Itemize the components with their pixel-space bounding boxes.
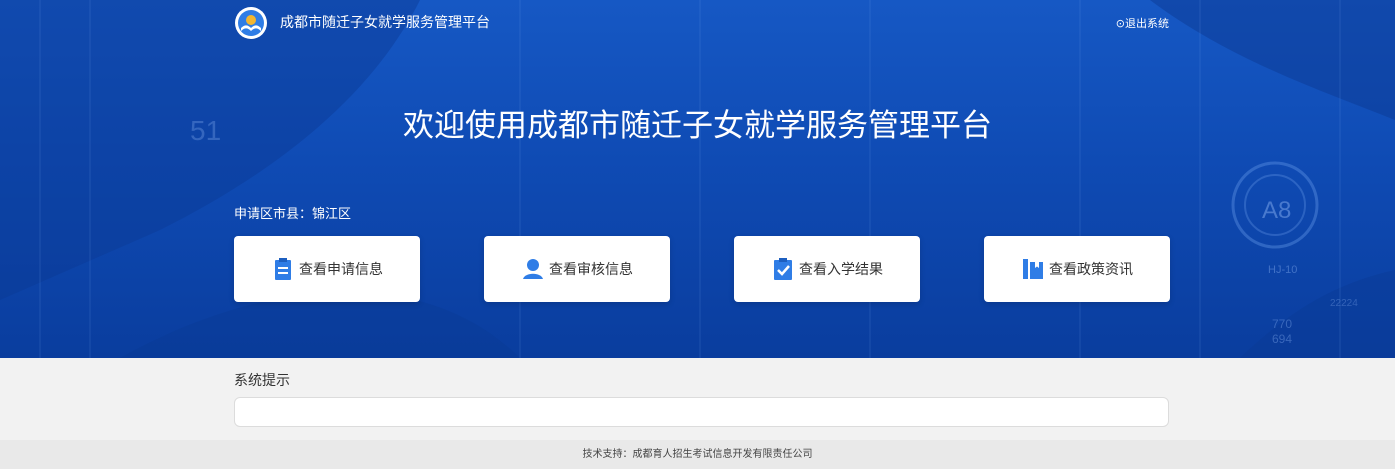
view-admission-result-label: 查看入学结果 (799, 262, 883, 278)
view-application-button[interactable]: 查看申请信息 (234, 236, 420, 302)
view-application-label: 查看申请信息 (299, 262, 383, 278)
system-notice-title: 系统提示 (234, 373, 290, 389)
view-review-button[interactable]: 查看审核信息 (484, 236, 670, 302)
platform-logo (235, 7, 267, 39)
footer-text: 技术支持：成都育人招生考试信息开发有限责任公司 (582, 449, 813, 460)
footer: 技术支持：成都育人招生考试信息开发有限责任公司 (0, 440, 1395, 469)
deco-text-hj: HJ-10 (1268, 264, 1297, 276)
logout-label: ⊙退出系统 (1115, 17, 1169, 30)
clipboard-check-icon (771, 257, 795, 281)
deco-text-a8: A8 (1262, 197, 1291, 224)
deco-text-694: 694 (1272, 332, 1292, 346)
logout-button[interactable]: ⊙退出系统 (1116, 16, 1169, 32)
view-policy-news-label: 查看政策资讯 (1049, 262, 1133, 278)
books-icon (1021, 257, 1045, 281)
view-policy-news-button[interactable]: 查看政策资讯 (984, 236, 1170, 302)
welcome-heading: 欢迎使用成都市随迁子女就学服务管理平台 (403, 108, 992, 144)
district-value: 锦江区 (312, 207, 352, 222)
system-notice-box (234, 397, 1169, 427)
view-admission-result-button[interactable]: 查看入学结果 (734, 236, 920, 302)
clipboard-list-icon (271, 257, 295, 281)
district-info: 申请区市县：锦江区 (234, 206, 351, 224)
site-title: 成都市随迁子女就学服务管理平台 (280, 15, 490, 31)
deco-text-770: 770 (1272, 317, 1292, 331)
tech-background-decoration: A8 HJ-10 770 694 22224 51 (0, 0, 1395, 358)
deco-text-22224: 22224 (1330, 298, 1358, 309)
view-review-label: 查看审核信息 (549, 262, 633, 278)
district-label: 申请区市县： (234, 207, 313, 222)
hero-banner: A8 HJ-10 770 694 22224 51 成都市随迁子女就学服务管理平… (0, 0, 1395, 358)
person-icon (521, 257, 545, 281)
